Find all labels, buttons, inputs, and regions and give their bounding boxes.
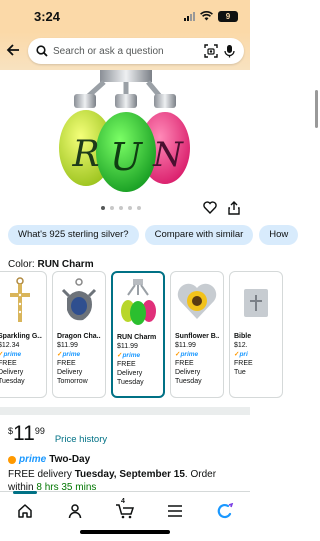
carousel-dot[interactable]	[101, 206, 105, 210]
status-bar: 3:24 9	[0, 0, 250, 32]
status-time: 3:24	[34, 8, 61, 24]
cart-count-badge: 4	[121, 498, 125, 505]
search-icon	[36, 45, 48, 57]
section-divider	[0, 407, 250, 415]
variant-card[interactable]: Sunflower B... $11.99 ✓prime FREE Delive…	[170, 271, 224, 398]
search-bar: Search or ask a question	[0, 32, 250, 70]
battery-icon: 9	[218, 10, 238, 22]
variant-day: Tuesday	[117, 379, 144, 386]
cart-icon	[116, 504, 135, 519]
carousel-dot[interactable]	[137, 206, 141, 210]
share-icon[interactable]	[228, 201, 240, 215]
variant-name: Sunflower B...	[175, 333, 219, 340]
variant-price: $11.99	[57, 342, 78, 349]
home-indicator	[80, 530, 170, 534]
variant-name: Dragon Cha...	[57, 333, 101, 340]
variant-price: $12.	[234, 342, 248, 349]
variant-thumbnail	[230, 272, 282, 330]
prime-two-day: prime Two-Day	[8, 454, 90, 465]
variant-thumbnail	[53, 272, 105, 330]
carousel-dot[interactable]	[110, 206, 114, 210]
charm-illustration: R U N	[59, 70, 190, 192]
color-label-text: Color:	[8, 259, 35, 270]
status-icons: 9	[184, 10, 238, 22]
prime-check-icon	[8, 455, 16, 464]
prime-badge: ✓pri	[234, 351, 248, 358]
run-charm-image	[121, 279, 156, 325]
camera-scan-icon[interactable]	[204, 44, 218, 58]
wifi-icon	[200, 11, 213, 21]
sunflower-charm-image	[177, 283, 217, 319]
home-icon	[18, 504, 32, 518]
price: $ 11 99 Price history	[8, 422, 107, 446]
variant-list: Sparkling G... $12.34 ✓prime FREE Delive…	[0, 271, 283, 398]
back-arrow-icon[interactable]	[6, 42, 28, 60]
prime-badge: ✓prime	[0, 351, 22, 358]
prime-logo: prime	[19, 454, 47, 465]
price-whole: 11	[13, 422, 35, 445]
variant-thumbnail	[171, 272, 223, 330]
variant-card[interactable]: Bible $12. ✓pri FREE Tue	[229, 271, 283, 398]
variant-day: Tuesday	[0, 378, 25, 385]
variant-price: $11.99	[117, 343, 138, 350]
carousel-dot[interactable]	[119, 206, 123, 210]
bible-charm-image	[244, 289, 268, 317]
variant-name: RUN Charm	[117, 334, 157, 341]
color-value: RUN Charm	[37, 259, 94, 270]
variant-name: Bible	[234, 333, 252, 340]
variant-delivery: FREE Delivery	[117, 361, 143, 377]
variant-day: Tuesday	[175, 378, 202, 385]
person-icon	[68, 504, 82, 519]
image-scroll-indicator	[315, 90, 318, 128]
search-input[interactable]: Search or ask a question	[28, 38, 244, 64]
menu-icon	[168, 505, 182, 517]
variant-day: Tomorrow	[57, 378, 88, 385]
microphone-icon[interactable]	[223, 44, 236, 58]
chip-compare-similar[interactable]: Compare with similar	[144, 225, 254, 245]
color-label: Color: RUN Charm	[8, 259, 94, 270]
rufus-assistant-icon	[217, 503, 234, 519]
variant-thumbnail	[113, 273, 163, 331]
tab-home[interactable]	[10, 491, 40, 522]
tab-account[interactable]	[60, 500, 90, 522]
variant-delivery: FREE Delivery	[175, 360, 201, 376]
charm-letter-u: U	[110, 135, 144, 179]
variant-card[interactable]: Dragon Cha... $11.99 ✓prime FREE Deliver…	[52, 271, 106, 398]
variant-delivery: FREE Delivery	[57, 360, 83, 376]
price-fraction: 99	[34, 426, 45, 436]
charm-letter-n: N	[152, 135, 184, 175]
carousel-dots	[101, 206, 141, 210]
chip-sterling-silver[interactable]: What's 925 sterling silver?	[8, 225, 139, 245]
prime-two-day-label: Two-Day	[49, 454, 91, 465]
prime-badge: ✓prime	[175, 351, 199, 358]
dragon-charm-image	[61, 278, 97, 321]
variant-delivery: FREE Delivery	[0, 360, 24, 376]
charm-letter-r: R	[71, 134, 99, 175]
signal-icon	[184, 11, 195, 21]
delivery-prefix: FREE delivery	[8, 469, 75, 480]
search-placeholder: Search or ask a question	[53, 45, 164, 57]
heart-icon[interactable]	[203, 201, 217, 214]
delivery-date: Tuesday, September 15	[74, 469, 185, 480]
price-history-link[interactable]: Price history	[55, 434, 107, 445]
prime-badge: ✓prime	[117, 352, 141, 359]
carousel-dot[interactable]	[128, 206, 132, 210]
question-chips: What's 925 sterling silver? Compare with…	[8, 225, 299, 247]
product-image[interactable]: R U N	[0, 70, 250, 195]
variant-price: $12.34	[0, 342, 20, 349]
tab-menu[interactable]	[160, 500, 190, 522]
variant-price: $11.99	[175, 342, 196, 349]
variant-thumbnail	[0, 272, 46, 330]
variant-name: Sparkling G...	[0, 333, 42, 340]
variant-delivery: FREE	[234, 360, 253, 367]
variant-card-selected[interactable]: RUN Charm $11.99 ✓prime FREE Delivery Tu…	[111, 271, 165, 398]
tab-rufus[interactable]	[210, 500, 240, 522]
chip-how[interactable]: How	[259, 225, 299, 245]
cross-charm-image	[10, 277, 30, 322]
variant-day: Tue	[234, 369, 246, 376]
tab-cart[interactable]: 4	[110, 498, 140, 522]
prime-badge: ✓prime	[57, 351, 81, 358]
variant-card[interactable]: Sparkling G... $12.34 ✓prime FREE Delive…	[0, 271, 47, 398]
